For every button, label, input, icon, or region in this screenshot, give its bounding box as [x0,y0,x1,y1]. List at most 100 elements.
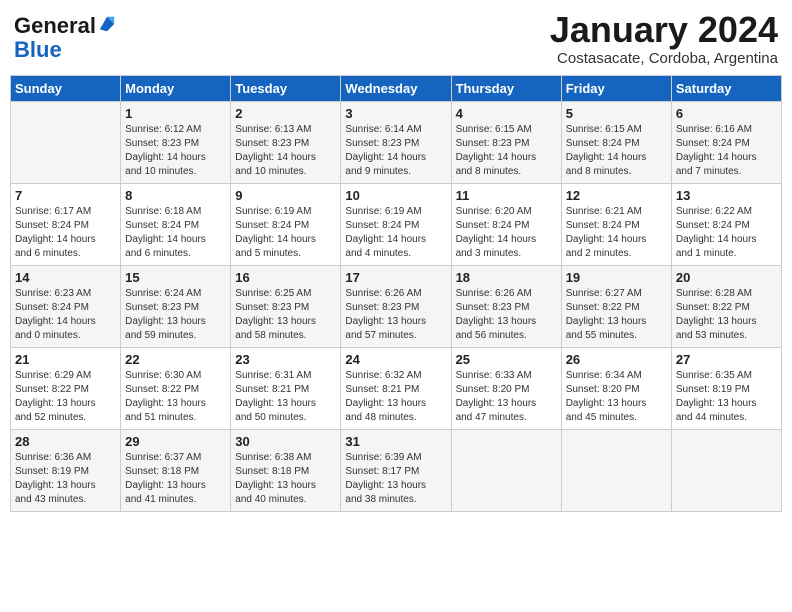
day-cell: 13Sunrise: 6:22 AM Sunset: 8:24 PM Dayli… [671,183,781,265]
cell-content: Sunrise: 6:18 AM Sunset: 8:24 PM Dayligh… [125,205,226,261]
cell-content: Sunrise: 6:36 AM Sunset: 8:19 PM Dayligh… [15,451,116,507]
day-cell: 11Sunrise: 6:20 AM Sunset: 8:24 PM Dayli… [451,183,561,265]
cell-content: Sunrise: 6:24 AM Sunset: 8:23 PM Dayligh… [125,287,226,343]
day-number: 14 [15,270,116,285]
cell-content: Sunrise: 6:19 AM Sunset: 8:24 PM Dayligh… [345,205,446,261]
day-number: 29 [125,434,226,449]
day-cell: 7 Sunrise: 6:17 AM Sunset: 8:24 PM Daylig… [11,183,121,265]
day-cell [11,101,121,183]
day-cell: 16Sunrise: 6:25 AM Sunset: 8:23 PM Dayli… [231,265,341,347]
day-cell: 17 Sunrise: 6:26 AM Sunset: 8:23 PM Dayli… [341,265,451,347]
cell-content: Sunrise: 6:27 AM Sunset: 8:22 PM Dayligh… [566,287,667,343]
header-thursday: Thursday [451,75,561,101]
day-cell: 26 Sunrise: 6:34 AM Sunset: 8:20 PM Dayli… [561,347,671,429]
day-cell: 20 Sunrise: 6:28 AM Sunset: 8:22 PM Dayli… [671,265,781,347]
cell-content: Sunrise: 6:26 AM Sunset: 8:23 PM Dayligh… [456,287,557,343]
title-area: January 2024 Costasacate, Cordoba, Argen… [550,10,778,67]
location: Costasacate, Cordoba, Argentina [550,50,778,67]
week-row-4: 21 Sunrise: 6:29 AM Sunset: 8:22 PM Dayli… [11,347,782,429]
day-cell: 30 Sunrise: 6:38 AM Sunset: 8:18 PM Dayli… [231,429,341,511]
day-cell: 19Sunrise: 6:27 AM Sunset: 8:22 PM Dayli… [561,265,671,347]
cell-content: Sunrise: 6:15 AM Sunset: 8:24 PM Dayligh… [566,123,667,179]
day-number: 17 [345,270,446,285]
day-cell: 24 Sunrise: 6:32 AM Sunset: 8:21 PM Dayli… [341,347,451,429]
day-number: 28 [15,434,116,449]
day-number: 18 [456,270,557,285]
day-cell: 10 Sunrise: 6:19 AM Sunset: 8:24 PM Dayli… [341,183,451,265]
header-monday: Monday [121,75,231,101]
day-cell: 22 Sunrise: 6:30 AM Sunset: 8:22 PM Dayli… [121,347,231,429]
header-wednesday: Wednesday [341,75,451,101]
header-tuesday: Tuesday [231,75,341,101]
day-cell: 29 Sunrise: 6:37 AM Sunset: 8:18 PM Dayli… [121,429,231,511]
day-number: 22 [125,352,226,367]
day-number: 2 [235,106,336,121]
day-number: 6 [676,106,777,121]
day-cell: 15 Sunrise: 6:24 AM Sunset: 8:23 PM Dayli… [121,265,231,347]
month-title: January 2024 [550,10,778,50]
day-cell: 9Sunrise: 6:19 AM Sunset: 8:24 PM Daylig… [231,183,341,265]
day-number: 26 [566,352,667,367]
cell-content: Sunrise: 6:16 AM Sunset: 8:24 PM Dayligh… [676,123,777,179]
day-number: 4 [456,106,557,121]
day-cell: 31Sunrise: 6:39 AM Sunset: 8:17 PM Dayli… [341,429,451,511]
day-cell: 3 Sunrise: 6:14 AM Sunset: 8:23 PM Daylig… [341,101,451,183]
day-number: 25 [456,352,557,367]
day-cell: 8Sunrise: 6:18 AM Sunset: 8:24 PM Daylig… [121,183,231,265]
header-saturday: Saturday [671,75,781,101]
cell-content: Sunrise: 6:21 AM Sunset: 8:24 PM Dayligh… [566,205,667,261]
day-number: 20 [676,270,777,285]
week-row-2: 7 Sunrise: 6:17 AM Sunset: 8:24 PM Daylig… [11,183,782,265]
logo-blue: Blue [14,38,62,62]
day-number: 24 [345,352,446,367]
header-row: SundayMondayTuesdayWednesdayThursdayFrid… [11,75,782,101]
day-cell: 1Sunrise: 6:12 AM Sunset: 8:23 PM Daylig… [121,101,231,183]
logo-general: General [14,14,96,38]
logo: General Blue [14,10,116,62]
day-number: 11 [456,188,557,203]
day-number: 7 [15,188,116,203]
day-number: 12 [566,188,667,203]
cell-content: Sunrise: 6:34 AM Sunset: 8:20 PM Dayligh… [566,369,667,425]
cell-content: Sunrise: 6:38 AM Sunset: 8:18 PM Dayligh… [235,451,336,507]
cell-content: Sunrise: 6:32 AM Sunset: 8:21 PM Dayligh… [345,369,446,425]
cell-content: Sunrise: 6:35 AM Sunset: 8:19 PM Dayligh… [676,369,777,425]
day-cell: 2 Sunrise: 6:13 AM Sunset: 8:23 PM Daylig… [231,101,341,183]
week-row-3: 14 Sunrise: 6:23 AM Sunset: 8:24 PM Dayli… [11,265,782,347]
cell-content: Sunrise: 6:37 AM Sunset: 8:18 PM Dayligh… [125,451,226,507]
day-cell [561,429,671,511]
day-cell: 4Sunrise: 6:15 AM Sunset: 8:23 PM Daylig… [451,101,561,183]
cell-content: Sunrise: 6:17 AM Sunset: 8:24 PM Dayligh… [15,205,116,261]
cell-content: Sunrise: 6:22 AM Sunset: 8:24 PM Dayligh… [676,205,777,261]
day-cell: 12 Sunrise: 6:21 AM Sunset: 8:24 PM Dayli… [561,183,671,265]
cell-content: Sunrise: 6:33 AM Sunset: 8:20 PM Dayligh… [456,369,557,425]
day-number: 1 [125,106,226,121]
day-cell: 27 Sunrise: 6:35 AM Sunset: 8:19 PM Dayli… [671,347,781,429]
day-number: 27 [676,352,777,367]
cell-content: Sunrise: 6:14 AM Sunset: 8:23 PM Dayligh… [345,123,446,179]
cell-content: Sunrise: 6:23 AM Sunset: 8:24 PM Dayligh… [15,287,116,343]
week-row-5: 28 Sunrise: 6:36 AM Sunset: 8:19 PM Dayli… [11,429,782,511]
cell-content: Sunrise: 6:29 AM Sunset: 8:22 PM Dayligh… [15,369,116,425]
day-number: 23 [235,352,336,367]
cell-content: Sunrise: 6:31 AM Sunset: 8:21 PM Dayligh… [235,369,336,425]
day-cell: 6 Sunrise: 6:16 AM Sunset: 8:24 PM Daylig… [671,101,781,183]
cell-content: Sunrise: 6:13 AM Sunset: 8:23 PM Dayligh… [235,123,336,179]
logo-icon [98,15,116,33]
day-cell: 23 Sunrise: 6:31 AM Sunset: 8:21 PM Dayli… [231,347,341,429]
day-number: 16 [235,270,336,285]
cell-content: Sunrise: 6:28 AM Sunset: 8:22 PM Dayligh… [676,287,777,343]
header: General Blue January 2024 Costasacate, C… [10,10,782,67]
day-number: 30 [235,434,336,449]
day-cell: 21 Sunrise: 6:29 AM Sunset: 8:22 PM Dayli… [11,347,121,429]
calendar-table: SundayMondayTuesdayWednesdayThursdayFrid… [10,75,782,512]
day-number: 3 [345,106,446,121]
cell-content: Sunrise: 6:30 AM Sunset: 8:22 PM Dayligh… [125,369,226,425]
cell-content: Sunrise: 6:26 AM Sunset: 8:23 PM Dayligh… [345,287,446,343]
day-number: 21 [15,352,116,367]
day-cell [451,429,561,511]
day-number: 15 [125,270,226,285]
cell-content: Sunrise: 6:19 AM Sunset: 8:24 PM Dayligh… [235,205,336,261]
day-cell: 5Sunrise: 6:15 AM Sunset: 8:24 PM Daylig… [561,101,671,183]
day-number: 10 [345,188,446,203]
